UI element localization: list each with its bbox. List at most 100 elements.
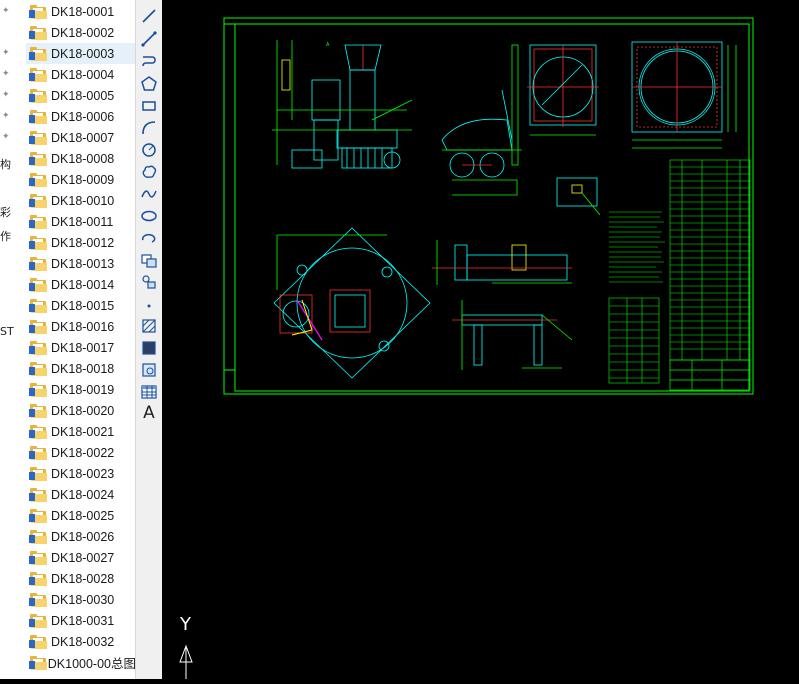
quick-access-label[interactable]: 作 xyxy=(0,228,11,244)
file-name-label: DK18-0031 xyxy=(51,613,115,628)
file-list-item[interactable]: DK18-0009 xyxy=(26,169,135,190)
file-list-item[interactable]: DK18-0026 xyxy=(26,526,135,547)
flange-view-right xyxy=(631,41,737,149)
file-name-label: DK18-0005 xyxy=(51,88,115,103)
folder-icon xyxy=(29,172,47,187)
text-tool-label: A xyxy=(143,403,155,423)
file-list-item[interactable]: DK18-0015 xyxy=(26,295,135,316)
file-name-label: DK18-0022 xyxy=(51,445,115,460)
point-icon[interactable] xyxy=(139,294,159,314)
folder-icon xyxy=(29,466,47,481)
ellipse-arc-icon[interactable] xyxy=(139,228,159,248)
file-name-label: DK18-0009 xyxy=(51,172,115,187)
file-list-item[interactable]: DK18-0001 xyxy=(26,1,135,22)
flange-view-left xyxy=(527,44,599,136)
make-block-icon[interactable] xyxy=(139,272,159,292)
hatch-icon[interactable] xyxy=(139,316,159,336)
title-block xyxy=(669,359,751,391)
folder-icon xyxy=(29,277,47,292)
explorer-quick-access: ✦ ✦ ✦ ✦ ✦ ✦ 构 彩 作 ST xyxy=(0,0,26,679)
file-name-label: DK18-0016 xyxy=(51,319,115,334)
region-icon[interactable] xyxy=(139,360,159,380)
spline-3d-icon[interactable] xyxy=(139,52,159,72)
arc-icon[interactable] xyxy=(139,118,159,138)
file-list-item[interactable]: DK18-0020 xyxy=(26,400,135,421)
quick-access-label[interactable]: 构 xyxy=(0,156,11,172)
file-list-item[interactable]: DK18-0008 xyxy=(26,148,135,169)
file-list-item[interactable]: DK18-0025 xyxy=(26,505,135,526)
ellipse-icon[interactable] xyxy=(139,206,159,226)
file-list-item[interactable]: DK18-0031 xyxy=(26,610,135,631)
file-list-item[interactable]: DK1000-00总图 xyxy=(26,652,135,673)
file-list-item[interactable]: DK18-0016 xyxy=(26,316,135,337)
file-explorer: ✦ ✦ ✦ ✦ ✦ ✦ 构 彩 作 ST DK18-0001 DK18-0002 D… xyxy=(0,0,135,679)
section-view-lower xyxy=(452,300,573,370)
circle-icon[interactable] xyxy=(139,140,159,160)
table-icon[interactable] xyxy=(139,382,159,402)
file-name-label: DK18-0026 xyxy=(51,529,115,544)
file-list-item[interactable]: DK18-0013 xyxy=(26,253,135,274)
file-name-label: DK18-0028 xyxy=(51,571,115,586)
small-detail xyxy=(556,177,601,216)
file-name-label: DK18-0011 xyxy=(51,214,114,229)
file-list-item[interactable]: DK18-0017 xyxy=(26,337,135,358)
gradient-icon[interactable] xyxy=(139,338,159,358)
file-list-item[interactable]: DK18-0012 xyxy=(26,232,135,253)
file-list-item[interactable]: DK18-0010 xyxy=(26,190,135,211)
pin-icon[interactable]: ✦ xyxy=(2,111,12,121)
polygon-icon[interactable] xyxy=(139,74,159,94)
file-name-label: DK18-0014 xyxy=(51,277,115,292)
folder-icon xyxy=(29,529,47,544)
file-list-item[interactable]: DK18-0032 xyxy=(26,631,135,652)
file-list-item[interactable]: DK18-0023 xyxy=(26,463,135,484)
folder-icon xyxy=(29,298,47,313)
file-list-item[interactable]: DK18-0024 xyxy=(26,484,135,505)
file-list-item[interactable]: DK18-0030 xyxy=(26,589,135,610)
quick-access-label[interactable]: ST xyxy=(0,325,14,338)
spline-icon[interactable] xyxy=(139,184,159,204)
file-list-item[interactable]: DK18-0019 xyxy=(26,379,135,400)
file-list-item[interactable]: DK18-0027 xyxy=(26,547,135,568)
insert-block-icon[interactable] xyxy=(139,250,159,270)
file-list-item[interactable]: DK18-0018 xyxy=(26,358,135,379)
folder-icon xyxy=(29,151,47,166)
folder-icon xyxy=(29,193,47,208)
pin-icon[interactable]: ✦ xyxy=(2,90,12,100)
file-list-item[interactable]: DK18-0004 xyxy=(26,64,135,85)
file-name-label: DK18-0030 xyxy=(51,592,115,607)
revision-cloud-icon[interactable] xyxy=(139,162,159,182)
file-list-item[interactable]: DK18-0011 xyxy=(26,211,135,232)
file-name-label: DK18-0002 xyxy=(51,25,115,40)
file-name-label: DK18-0023 xyxy=(51,466,115,481)
pin-icon[interactable]: ✦ xyxy=(2,69,12,79)
line-icon[interactable] xyxy=(139,6,159,26)
file-list-item[interactable]: DK18-0028 xyxy=(26,568,135,589)
quick-access-label[interactable]: 彩 xyxy=(0,204,11,220)
drawing-sheet-frame xyxy=(223,17,754,395)
folder-icon xyxy=(29,235,47,250)
file-list-item[interactable]: DK18-0003 xyxy=(26,43,135,64)
folder-icon xyxy=(29,634,47,649)
pin-icon[interactable]: ✦ xyxy=(2,132,12,142)
pin-icon[interactable]: ✦ xyxy=(2,6,12,16)
file-list-item[interactable]: DK18-0006 xyxy=(26,106,135,127)
file-name-label: DK18-0003 xyxy=(51,46,115,61)
file-list-item[interactable]: DK18-0014 xyxy=(26,274,135,295)
file-list-item[interactable]: DK18-0021 xyxy=(26,421,135,442)
text-icon[interactable]: A xyxy=(139,403,159,423)
folder-icon xyxy=(29,214,47,229)
file-list-item[interactable]: DK18-0002 xyxy=(26,22,135,43)
folder-icon xyxy=(29,361,47,376)
pin-icon[interactable]: ✦ xyxy=(2,48,12,58)
assembly-elevation-view: A xyxy=(272,40,413,169)
folder-icon xyxy=(29,340,47,355)
polyline-icon[interactable] xyxy=(139,29,159,49)
file-list-item[interactable]: DK18-0022 xyxy=(26,442,135,463)
drawing-canvas[interactable]: A Y xyxy=(162,0,799,679)
folder-icon xyxy=(29,25,47,40)
rectangle-icon[interactable] xyxy=(139,96,159,116)
file-name-label: DK18-0020 xyxy=(51,403,115,418)
file-name-label: DK18-0032 xyxy=(51,634,115,649)
file-list-item[interactable]: DK18-0005 xyxy=(26,85,135,106)
file-list-item[interactable]: DK18-0007 xyxy=(26,127,135,148)
